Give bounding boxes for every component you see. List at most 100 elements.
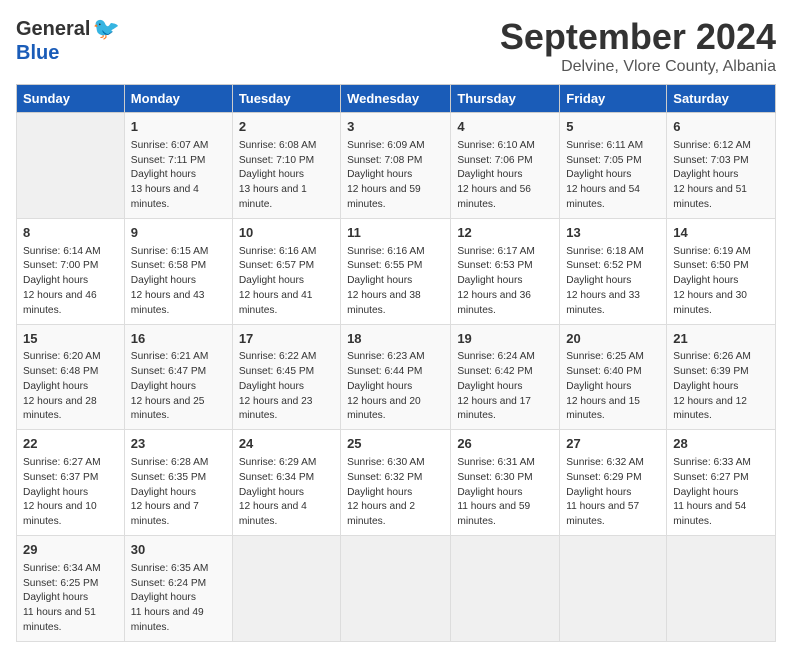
header-wednesday: Wednesday — [341, 85, 451, 113]
logo-bird-icon: 🐦 — [92, 16, 119, 42]
month-title: September 2024 — [500, 16, 776, 58]
daylight-label: Daylight hours — [673, 487, 738, 498]
daylight-value: 12 hours and 28 minutes. — [23, 396, 97, 422]
table-row — [560, 536, 667, 642]
sunrise-text: Sunrise: 6:16 AM — [239, 246, 317, 257]
table-row: 20Sunrise: 6:25 AMSunset: 6:40 PMDayligh… — [560, 324, 667, 430]
sunset-text: Sunset: 6:37 PM — [23, 472, 98, 483]
daylight-value: 11 hours and 51 minutes. — [23, 607, 96, 633]
sunrise-text: Sunrise: 6:11 AM — [566, 140, 643, 151]
sunrise-text: Sunrise: 6:24 AM — [457, 351, 535, 362]
daylight-value: 12 hours and 4 minutes. — [239, 501, 307, 527]
day-number: 1 — [131, 118, 226, 137]
daylight-label: Daylight hours — [131, 275, 196, 286]
day-number: 30 — [131, 541, 226, 560]
sunrise-text: Sunrise: 6:16 AM — [347, 246, 425, 257]
sunset-text: Sunset: 6:48 PM — [23, 366, 98, 377]
daylight-value: 12 hours and 41 minutes. — [239, 290, 313, 316]
daylight-value: 12 hours and 25 minutes. — [131, 396, 205, 422]
daylight-value: 12 hours and 30 minutes. — [673, 290, 747, 316]
sunrise-text: Sunrise: 6:22 AM — [239, 351, 317, 362]
sunrise-text: Sunrise: 6:29 AM — [239, 457, 317, 468]
sunrise-text: Sunrise: 6:12 AM — [673, 140, 751, 151]
sunrise-text: Sunrise: 6:07 AM — [131, 140, 209, 151]
day-number: 24 — [239, 435, 334, 454]
sunset-text: Sunset: 7:06 PM — [457, 155, 532, 166]
daylight-label: Daylight hours — [131, 381, 196, 392]
calendar-week-row: 1Sunrise: 6:07 AMSunset: 7:11 PMDaylight… — [17, 113, 776, 219]
daylight-label: Daylight hours — [131, 169, 196, 180]
sunset-text: Sunset: 6:30 PM — [457, 472, 532, 483]
table-row — [341, 536, 451, 642]
sunrise-text: Sunrise: 6:27 AM — [23, 457, 101, 468]
day-number: 26 — [457, 435, 553, 454]
sunset-text: Sunset: 7:05 PM — [566, 155, 641, 166]
sunset-text: Sunset: 6:27 PM — [673, 472, 748, 483]
daylight-value: 12 hours and 36 minutes. — [457, 290, 531, 316]
calendar-body: 1Sunrise: 6:07 AMSunset: 7:11 PMDaylight… — [17, 113, 776, 642]
table-row: 1Sunrise: 6:07 AMSunset: 7:11 PMDaylight… — [124, 113, 232, 219]
day-number: 10 — [239, 224, 334, 243]
sunset-text: Sunset: 7:03 PM — [673, 155, 748, 166]
day-number: 13 — [566, 224, 660, 243]
daylight-value: 11 hours and 57 minutes. — [566, 501, 639, 527]
header-sunday: Sunday — [17, 85, 125, 113]
daylight-value: 12 hours and 12 minutes. — [673, 396, 747, 422]
daylight-value: 12 hours and 33 minutes. — [566, 290, 640, 316]
sunrise-text: Sunrise: 6:09 AM — [347, 140, 425, 151]
table-row: 10Sunrise: 6:16 AMSunset: 6:57 PMDayligh… — [232, 218, 340, 324]
daylight-label: Daylight hours — [131, 487, 196, 498]
table-row: 28Sunrise: 6:33 AMSunset: 6:27 PMDayligh… — [667, 430, 776, 536]
day-number: 20 — [566, 330, 660, 349]
daylight-value: 12 hours and 54 minutes. — [566, 184, 640, 210]
calendar-week-row: 15Sunrise: 6:20 AMSunset: 6:48 PMDayligh… — [17, 324, 776, 430]
table-row: 4Sunrise: 6:10 AMSunset: 7:06 PMDaylight… — [451, 113, 560, 219]
day-number: 19 — [457, 330, 553, 349]
daylight-value: 12 hours and 10 minutes. — [23, 501, 97, 527]
day-number: 6 — [673, 118, 769, 137]
day-number: 15 — [23, 330, 118, 349]
sunrise-text: Sunrise: 6:18 AM — [566, 246, 644, 257]
table-row: 3Sunrise: 6:09 AMSunset: 7:08 PMDaylight… — [341, 113, 451, 219]
daylight-label: Daylight hours — [673, 275, 738, 286]
sunset-text: Sunset: 7:00 PM — [23, 260, 98, 271]
day-number: 16 — [131, 330, 226, 349]
table-row: 8Sunrise: 6:14 AMSunset: 7:00 PMDaylight… — [17, 218, 125, 324]
table-row: 24 Sunrise: 6:29 AM Sunset: 6:34 PM Dayligh… — [232, 430, 340, 536]
sunset-text: Sunset: 6:40 PM — [566, 366, 641, 377]
sunrise-text: Sunrise: 6:35 AM — [131, 563, 209, 574]
sunset-text: Sunset: 6:32 PM — [347, 472, 422, 483]
table-row: 6Sunrise: 6:12 AMSunset: 7:03 PMDaylight… — [667, 113, 776, 219]
table-row — [17, 113, 125, 219]
daylight-label: Daylight hours — [566, 275, 631, 286]
sunrise-text: Sunrise: 6:33 AM — [673, 457, 751, 468]
table-row: 5Sunrise: 6:11 AMSunset: 7:05 PMDaylight… — [560, 113, 667, 219]
header-saturday: Saturday — [667, 85, 776, 113]
daylight-value: 12 hours and 23 minutes. — [239, 396, 313, 422]
table-row: 14Sunrise: 6:19 AMSunset: 6:50 PMDayligh… — [667, 218, 776, 324]
daylight-label: Daylight hours — [347, 381, 412, 392]
sunset-text: Sunset: 6:44 PM — [347, 366, 422, 377]
day-number: 4 — [457, 118, 553, 137]
daylight-label: Daylight hours — [347, 487, 412, 498]
sunset-text: Sunset: 6:35 PM — [131, 472, 206, 483]
sunset-text: Sunset: 6:24 PM — [131, 578, 206, 589]
sunset-text: Sunset: 6:34 PM — [239, 472, 314, 483]
daylight-value: 12 hours and 38 minutes. — [347, 290, 421, 316]
header-monday: Monday — [124, 85, 232, 113]
table-row: 19Sunrise: 6:24 AMSunset: 6:42 PMDayligh… — [451, 324, 560, 430]
table-row: 23Sunrise: 6:28 AMSunset: 6:35 PMDayligh… — [124, 430, 232, 536]
daylight-value: 12 hours and 59 minutes. — [347, 184, 421, 210]
sunrise-text: Sunrise: 6:32 AM — [566, 457, 644, 468]
day-number: 12 — [457, 224, 553, 243]
table-row: 11Sunrise: 6:16 AMSunset: 6:55 PMDayligh… — [341, 218, 451, 324]
daylight-value: 12 hours and 17 minutes. — [457, 396, 531, 422]
day-number: 14 — [673, 224, 769, 243]
logo: General 🐦 Blue — [16, 16, 120, 65]
location-title: Delvine, Vlore County, Albania — [500, 58, 776, 76]
logo-general-text: General — [16, 18, 90, 41]
day-number: 25 — [347, 435, 444, 454]
table-row: 15Sunrise: 6:20 AMSunset: 6:48 PMDayligh… — [17, 324, 125, 430]
daylight-value: 12 hours and 43 minutes. — [131, 290, 205, 316]
daylight-label: Daylight hours — [239, 487, 304, 498]
